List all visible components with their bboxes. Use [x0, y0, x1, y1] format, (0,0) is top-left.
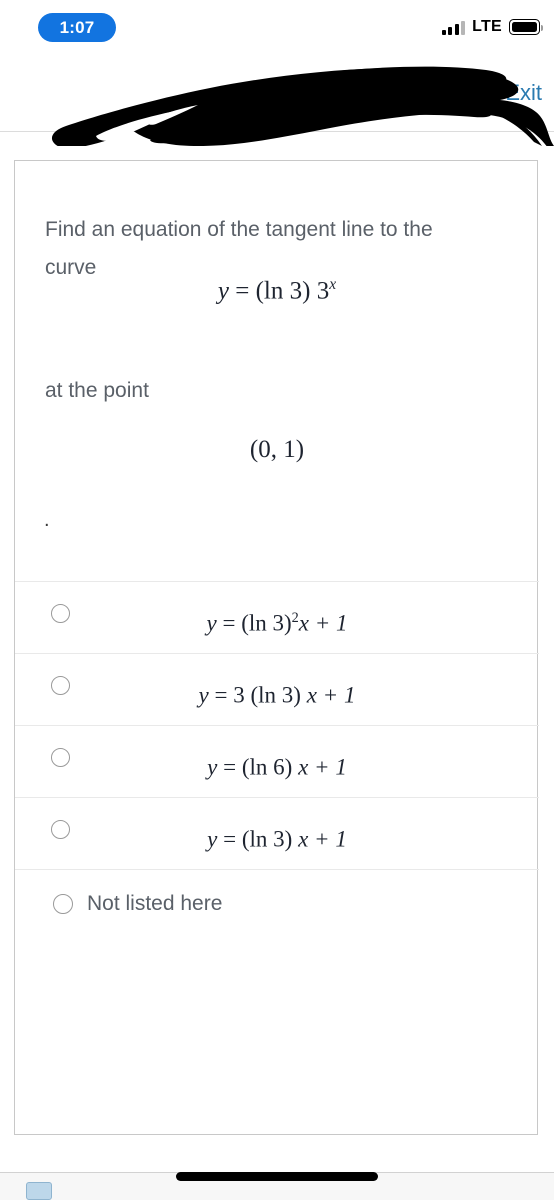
option-d-group: (ln 3): [241, 826, 293, 852]
status-indicators: LTE: [441, 18, 544, 36]
answer-options-list: y = (ln 3)2x + 1 y = 3 (ln 3) x + 1 y =: [15, 581, 539, 943]
option-row-d[interactable]: y = (ln 3) x + 1: [15, 797, 539, 869]
option-c-equation: y = (ln 6) x + 1: [15, 754, 539, 781]
phone-screen: 1:07 LTE Exit Find an equation of the ta…: [0, 0, 554, 1200]
option-a-operator: =: [222, 610, 236, 636]
option-a-equation: y = (ln 3)2x + 1: [15, 610, 539, 637]
carrier-tech-label: LTE: [472, 18, 502, 35]
option-b-equation: y = 3 (ln 3) x + 1: [15, 682, 539, 709]
option-b-group: 3 (ln 3): [233, 682, 301, 708]
question-point: (0, 1): [249, 436, 305, 463]
exit-link[interactable]: Exit: [505, 80, 542, 106]
option-a-tail: x + 1: [298, 610, 348, 636]
option-a-exponent: 2: [291, 610, 299, 626]
battery-full-icon: [509, 19, 544, 35]
signal-bars-icon: [441, 20, 466, 35]
option-c-operator: =: [223, 754, 237, 780]
option-d-tail: x + 1: [298, 826, 347, 852]
question-equation: y = (ln 3) 3x: [15, 276, 539, 305]
option-b-lhs: y: [198, 682, 209, 708]
home-indicator[interactable]: [176, 1172, 378, 1181]
equation-lhs: y: [217, 277, 229, 305]
equation-rhs-base: (ln 3) 3: [255, 277, 330, 305]
radio-button-not-listed[interactable]: [53, 894, 73, 914]
option-b-operator: =: [214, 682, 228, 708]
option-d-equation: y = (ln 3) x + 1: [15, 826, 539, 853]
option-not-listed-label: Not listed here: [87, 892, 223, 915]
browser-header: Exit: [0, 54, 554, 132]
equation-operator: =: [235, 277, 250, 305]
option-a-lhs: y: [206, 610, 217, 636]
option-c-lhs: y: [207, 754, 218, 780]
option-row-c[interactable]: y = (ln 6) x + 1: [15, 725, 539, 797]
option-c-group: (ln 6): [241, 754, 293, 780]
at-the-point-label: at the point: [45, 379, 149, 402]
option-d-lhs: y: [207, 826, 218, 852]
option-row-b[interactable]: y = 3 (ln 3) x + 1: [15, 653, 539, 725]
question-card: Find an equation of the tangent line to …: [14, 160, 539, 1135]
status-bar: 1:07 LTE: [0, 0, 554, 54]
option-d-operator: =: [223, 826, 237, 852]
page-thumbnail-icon[interactable]: [26, 1182, 52, 1200]
option-c-tail: x + 1: [298, 754, 347, 780]
option-b-tail: x + 1: [306, 682, 356, 708]
option-a-group: (ln 3): [241, 610, 292, 636]
stray-period-mark: .: [44, 509, 50, 531]
equation-rhs-exponent: x: [329, 276, 337, 293]
option-row-a[interactable]: y = (ln 3)2x + 1: [15, 581, 539, 653]
option-row-not-listed[interactable]: Not listed here: [15, 869, 539, 943]
status-time: 1:07: [38, 13, 116, 42]
